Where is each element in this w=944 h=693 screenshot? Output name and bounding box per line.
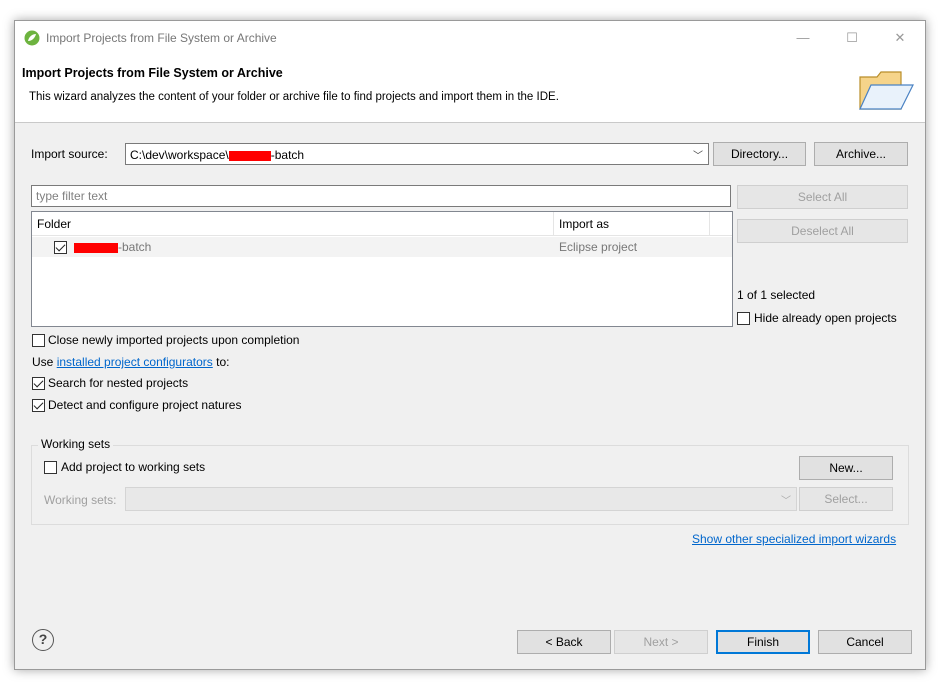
close-imported-label[interactable]: Close newly imported projects upon compl… [48, 333, 299, 347]
select-all-button[interactable]: Select All [737, 185, 908, 209]
project-checkbox[interactable] [54, 241, 67, 254]
open-folder-icon [859, 71, 914, 110]
detect-configure-checkbox[interactable] [32, 399, 45, 412]
column-divider[interactable] [553, 212, 554, 236]
import-source-combo[interactable]: C:\dev\workspace\ -batch ﹀ [125, 143, 709, 165]
column-divider[interactable] [709, 212, 710, 236]
selection-count: 1 of 1 selected [737, 288, 816, 302]
project-folder: -batch [74, 240, 151, 254]
select-working-set-button[interactable]: Select... [799, 487, 893, 511]
hide-open-checkbox[interactable] [737, 312, 750, 325]
search-nested-checkbox[interactable] [32, 377, 45, 390]
help-icon[interactable]: ? [32, 629, 54, 651]
configurators-line: Use installed project configurators to: [32, 355, 229, 369]
other-wizards-link[interactable]: Show other specialized import wizards [692, 532, 896, 546]
directory-button[interactable]: Directory... [713, 142, 806, 166]
detect-configure-label[interactable]: Detect and configure project natures [48, 398, 241, 412]
back-button[interactable]: < Back [517, 630, 611, 654]
close-imported-checkbox[interactable] [32, 334, 45, 347]
next-button[interactable]: Next > [614, 630, 708, 654]
working-sets-legend: Working sets [38, 437, 114, 451]
minimize-button[interactable]: — [789, 27, 817, 49]
deselect-all-button[interactable]: Deselect All [737, 219, 908, 243]
project-import-as: Eclipse project [559, 240, 638, 254]
page-description: This wizard analyzes the content of your… [29, 91, 559, 103]
import-source-value: C:\dev\workspace\ -batch [130, 148, 305, 162]
column-header-folder[interactable]: Folder [37, 217, 71, 231]
use-suffix: to: [216, 355, 230, 369]
page-title: Import Projects from File System or Arch… [22, 66, 283, 80]
search-nested-label[interactable]: Search for nested projects [48, 376, 188, 390]
spring-leaf-icon [24, 30, 40, 46]
chevron-down-icon: ﹀ [781, 496, 791, 507]
title-bar: Import Projects from File System or Arch… [15, 21, 925, 55]
wizard-header: Import Projects from File System or Arch… [15, 55, 925, 123]
table-row[interactable]: -batch Eclipse project [32, 237, 732, 257]
add-working-set-checkbox[interactable] [44, 461, 57, 474]
column-header-import-as[interactable]: Import as [559, 217, 609, 231]
filter-field[interactable] [31, 185, 731, 207]
cancel-button[interactable]: Cancel [818, 630, 912, 654]
filter-input[interactable] [32, 186, 730, 206]
finish-button[interactable]: Finish [716, 630, 810, 654]
archive-button[interactable]: Archive... [814, 142, 908, 166]
add-working-set-label[interactable]: Add project to working sets [61, 460, 205, 474]
new-working-set-button[interactable]: New... [799, 456, 893, 480]
close-button[interactable]: ✕ [886, 27, 914, 49]
window-title: Import Projects from File System or Arch… [46, 31, 277, 45]
maximize-button[interactable]: ☐ [838, 27, 866, 49]
hide-open-label[interactable]: Hide already open projects [754, 311, 897, 325]
import-source-label: Import source: [31, 147, 108, 161]
chevron-down-icon: ﹀ [693, 151, 703, 162]
projects-table: Folder Import as -batch Eclipse project [31, 211, 733, 327]
working-sets-label: Working sets: [44, 493, 117, 507]
import-dialog: Import Projects from File System or Arch… [14, 20, 926, 670]
working-sets-group: Working sets [31, 437, 909, 525]
configurators-link[interactable]: installed project configurators [57, 355, 213, 369]
use-prefix: Use [32, 355, 54, 369]
working-sets-combo[interactable]: ﹀ [125, 487, 797, 511]
table-header: Folder Import as [32, 212, 732, 236]
